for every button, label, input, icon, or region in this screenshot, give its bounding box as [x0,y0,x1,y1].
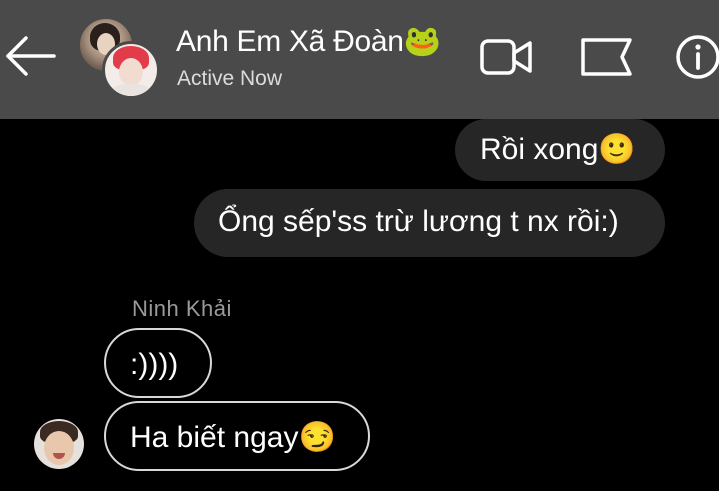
message-bubble-outgoing[interactable]: Ổng sếp'ss trừ lương t nx rồi:) [194,189,665,257]
chat-header: Anh Em Xã Đoàn🐸 Active Now [0,0,719,119]
report-button[interactable] [580,36,634,78]
info-icon [676,35,719,79]
thread-title[interactable]: Anh Em Xã Đoàn🐸 [176,24,441,59]
message-bubble-incoming[interactable]: Ha biết ngay😏 [104,401,370,471]
member-avatar [102,41,160,99]
video-camera-icon [480,39,532,75]
video-call-button[interactable] [479,36,533,78]
info-button[interactable] [675,34,719,80]
flag-icon [581,38,632,76]
sender-name: Ninh Khải [132,296,232,321]
group-avatar[interactable] [78,17,160,99]
chat-screen: Anh Em Xã Đoàn🐸 Active Now Rồi xong🙂 Ổng… [0,0,719,491]
message-bubble-incoming[interactable]: :)))) [104,328,212,398]
sender-avatar[interactable] [34,419,84,469]
active-status: Active Now [177,67,283,90]
back-button[interactable] [4,33,56,79]
arrow-left-icon [6,36,56,76]
message-bubble-outgoing[interactable]: Rồi xong🙂 [455,119,665,181]
